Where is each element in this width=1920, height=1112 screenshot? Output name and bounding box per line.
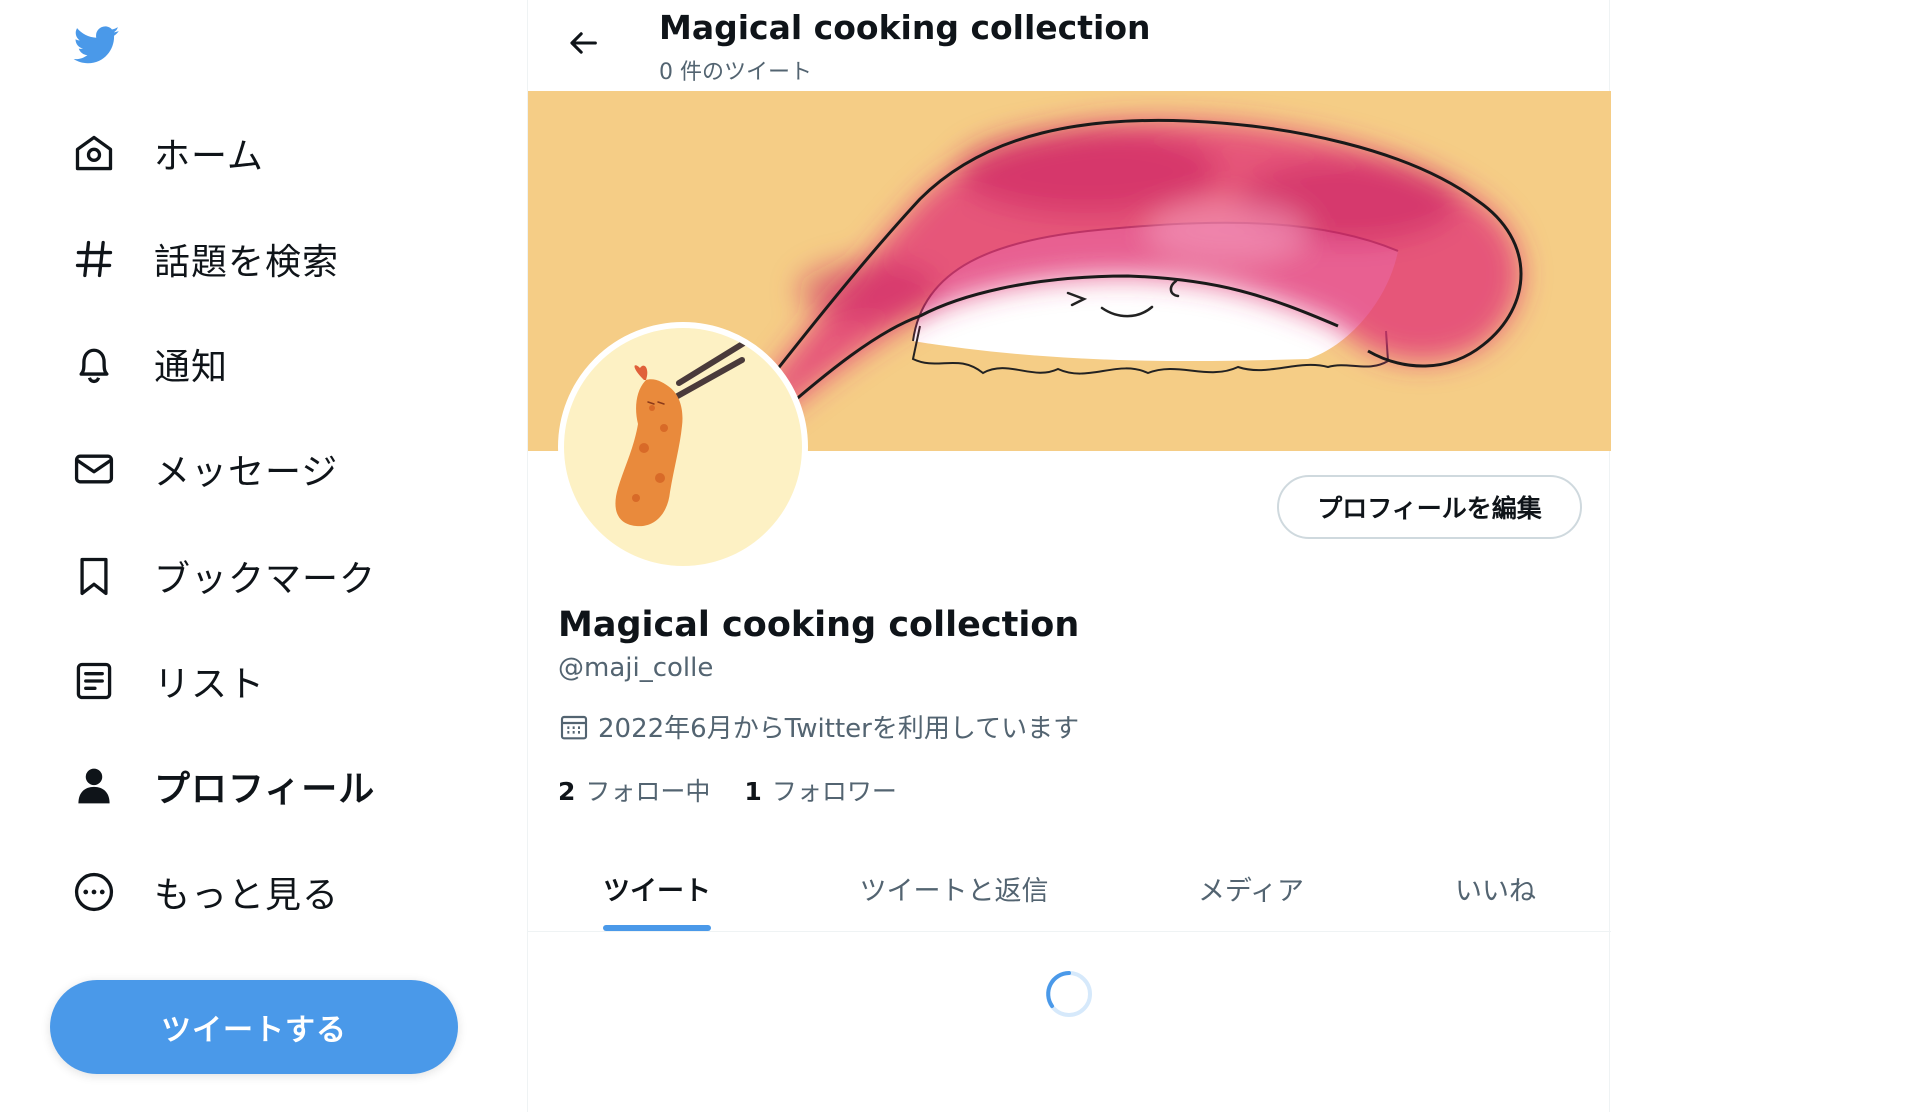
nav-profile-label: プロフィール xyxy=(154,769,376,810)
following-link[interactable]: 2 フォロー中 xyxy=(558,772,710,808)
nav-profile[interactable]: プロフィール xyxy=(70,754,490,818)
nav-explore-label: 話題を検索 xyxy=(154,242,340,283)
envelope-icon xyxy=(70,445,118,493)
nav-bookmarks[interactable]: ブックマーク xyxy=(70,544,490,608)
profile-tabs: ツイート ツイートと返信 メディア いいね xyxy=(528,845,1611,932)
home-icon xyxy=(70,129,118,177)
followers-label: フォロワー xyxy=(771,777,897,806)
avatar[interactable] xyxy=(558,322,808,572)
fried-shrimp-illustration xyxy=(615,340,747,527)
followers-link[interactable]: 1 フォロワー xyxy=(744,772,896,808)
sidebar: ホーム 話題を検索 通知 メッセージ ブックマーク リスト プロフィール もっと… xyxy=(0,0,527,1112)
list-icon xyxy=(70,657,118,705)
bell-icon xyxy=(70,340,118,388)
following-label: フォロー中 xyxy=(585,777,711,806)
tab-active-indicator xyxy=(603,925,711,931)
nav-home-label: ホーム xyxy=(154,136,264,177)
twitter-app: ホーム 話題を検索 通知 メッセージ ブックマーク リスト プロフィール もっと… xyxy=(0,0,1920,1112)
nav-explore[interactable]: 話題を検索 xyxy=(70,227,490,291)
back-button[interactable] xyxy=(556,20,612,66)
nav-notifications[interactable]: 通知 xyxy=(70,332,490,396)
nav-more[interactable]: もっと見る xyxy=(70,860,490,924)
tab-tweets-replies-label: ツイートと返信 xyxy=(859,875,1049,907)
nav-bookmarks-label: ブックマーク xyxy=(154,559,377,600)
twitter-logo-icon[interactable] xyxy=(70,22,124,68)
tab-media[interactable]: メディア xyxy=(1122,845,1380,931)
tab-media-label: メディア xyxy=(1197,875,1305,907)
nav-lists-label: リスト xyxy=(154,664,266,705)
nav-notifications-label: 通知 xyxy=(154,347,229,388)
profile-name: Magical cooking collection xyxy=(558,605,1080,645)
calendar-icon xyxy=(560,715,588,739)
profile-column: Magical cooking collection 0 件のツイート プロフィ… xyxy=(527,0,1611,1112)
page-title: Magical cooking collection xyxy=(659,8,1151,47)
nav-home[interactable]: ホーム xyxy=(70,121,490,185)
more-icon xyxy=(70,868,118,916)
followers-count: 1 xyxy=(744,777,762,806)
join-date: 2022年6月からTwitterを利用しています xyxy=(558,708,1079,745)
tab-tweets-replies[interactable]: ツイートと返信 xyxy=(786,845,1122,931)
tweet-count: 0 件のツイート xyxy=(659,60,812,85)
join-date-text: 2022年6月からTwitterを利用しています xyxy=(598,714,1080,744)
nav-lists[interactable]: リスト xyxy=(70,649,490,713)
profile-handle: @maji_colle xyxy=(558,653,714,683)
nav-more-label: もっと見る xyxy=(154,875,340,916)
person-icon xyxy=(70,762,118,810)
loading-spinner-icon xyxy=(1046,971,1092,1017)
nav-messages-label: メッセージ xyxy=(154,452,339,493)
profile-header: Magical cooking collection 0 件のツイート xyxy=(528,0,1609,91)
tab-tweets-label: ツイート xyxy=(603,875,711,907)
nav-messages[interactable]: メッセージ xyxy=(70,437,490,501)
following-count: 2 xyxy=(558,777,576,806)
arrow-left-icon xyxy=(570,32,597,54)
edit-profile-button[interactable]: プロフィールを編集 xyxy=(1277,475,1582,539)
tab-tweets[interactable]: ツイート xyxy=(528,845,786,931)
tab-likes-label: いいね xyxy=(1455,875,1536,907)
hashtag-icon xyxy=(70,235,118,283)
bookmark-icon xyxy=(70,552,118,600)
tab-likes[interactable]: いいね xyxy=(1380,845,1611,931)
tweet-button[interactable]: ツイートする xyxy=(50,980,458,1074)
follow-stats: 2 フォロー中 1 フォロワー xyxy=(558,772,931,808)
